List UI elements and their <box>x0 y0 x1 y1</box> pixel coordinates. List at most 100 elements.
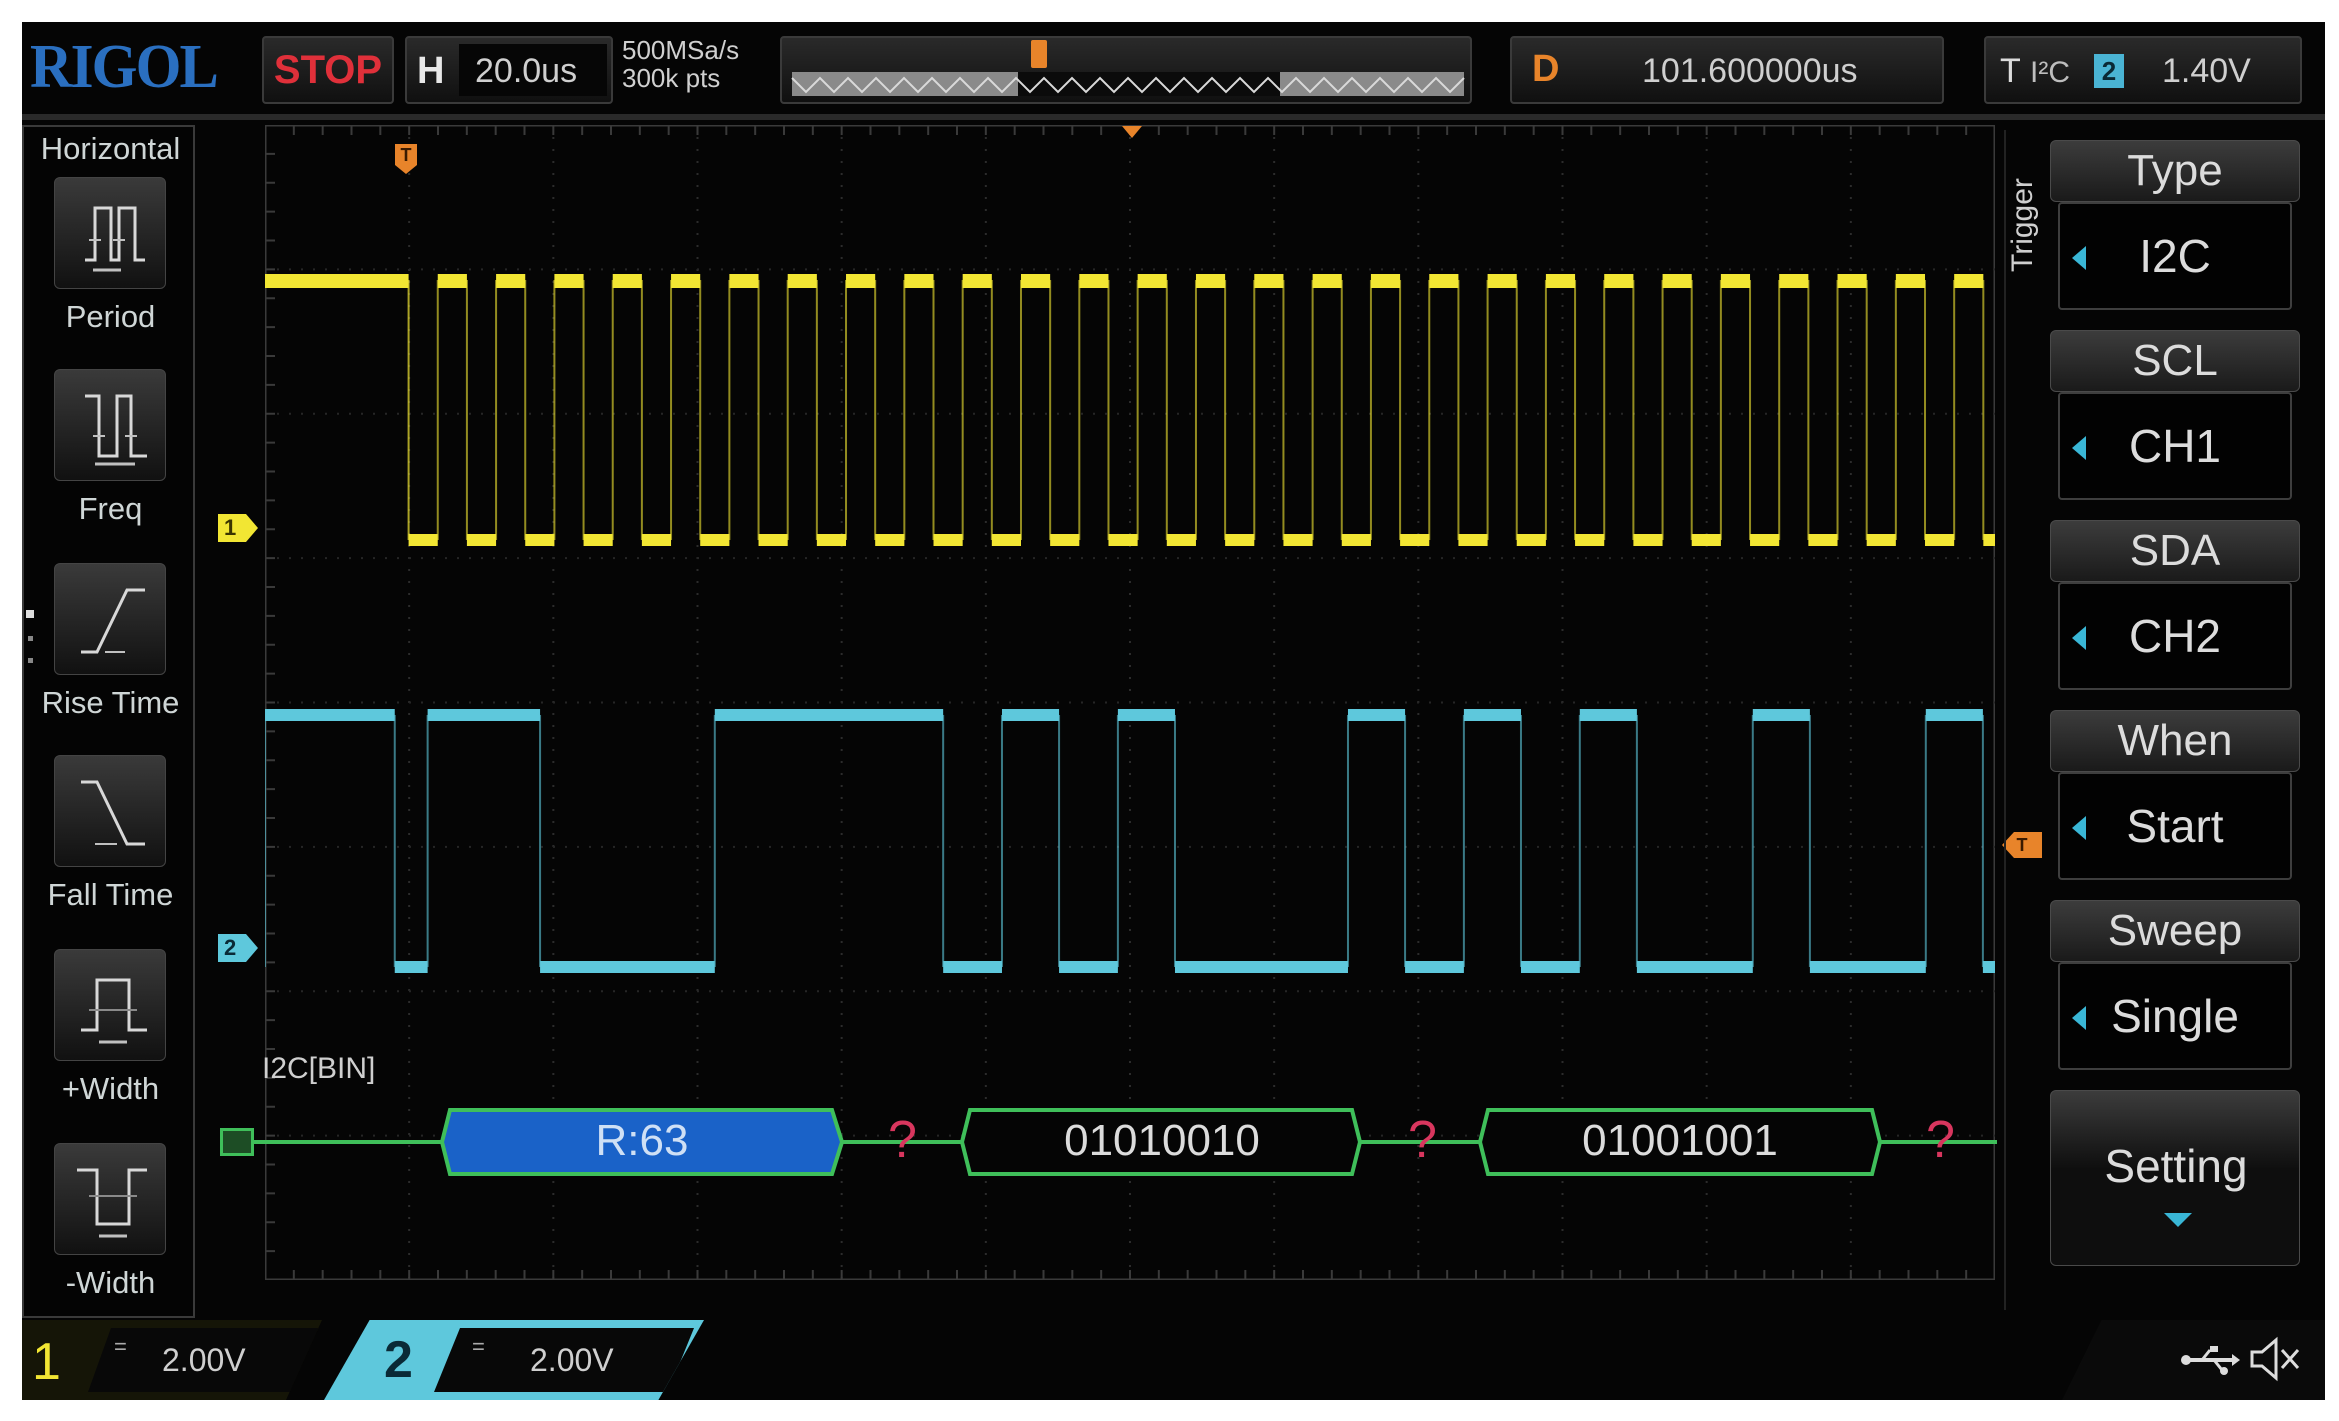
ch1-low-level <box>1808 534 1838 546</box>
measure-negative-width-button[interactable] <box>54 1143 166 1255</box>
ch1-high-level <box>729 274 759 288</box>
ch1-scale-box[interactable]: 1 = 2.00V <box>22 1320 322 1400</box>
positive-width-icon <box>81 978 147 1044</box>
ch2-low-level <box>540 961 715 973</box>
period-icon <box>85 206 145 272</box>
ch2-low-level <box>1636 961 1753 973</box>
measure-period-label: Period <box>65 299 156 334</box>
ch1-low-level <box>1691 534 1721 546</box>
trigger-menu-label: Trigger <box>2006 178 2039 272</box>
ch2-high-level <box>1925 709 1983 721</box>
ch2-high-level <box>714 709 944 721</box>
trigger-label: T <box>2000 52 2021 90</box>
measure-rise-time-label: Rise Time <box>41 685 180 720</box>
ch1-low-level <box>816 534 847 546</box>
decode-bus-marker[interactable] <box>220 1128 254 1156</box>
ch1-high-level <box>1429 274 1459 288</box>
ch2-high-level <box>1579 709 1637 721</box>
ch2-high-level <box>265 709 395 721</box>
measure-frequency-button[interactable] <box>54 369 166 481</box>
trigger-position-overview-marker <box>1031 40 1047 68</box>
left-arrow-icon <box>2072 816 2086 840</box>
left-arrow-icon <box>2072 1006 2086 1030</box>
header-divider <box>22 114 2325 120</box>
menu-title-when: When <box>2050 710 2300 772</box>
menu-value-sda[interactable]: CH2 <box>2058 582 2292 690</box>
delay-value: 101.600000us <box>1642 52 1858 90</box>
ch2-scale-box[interactable]: 2 = 2.00V <box>324 1320 704 1400</box>
menu-value-scl[interactable]: CH1 <box>2058 392 2292 500</box>
trigger-level-marker[interactable]: T <box>2002 832 2042 858</box>
menu-title-sweep: Sweep <box>2050 900 2300 962</box>
left-arrow-icon <box>2072 626 2086 650</box>
measure-rise-time-button[interactable] <box>54 563 166 675</box>
ch1-high-level <box>846 274 876 288</box>
ch1-low-level <box>1516 534 1546 546</box>
delay-box[interactable]: D 101.600000us <box>1510 36 1944 104</box>
menu-value-type[interactable]: I2C <box>2058 202 2292 310</box>
ch1-low-level <box>641 534 672 546</box>
decode-ack-unknown: ? <box>1408 1111 1437 1169</box>
left-arrow-icon <box>2072 436 2086 460</box>
measure-period-button[interactable] <box>54 177 166 289</box>
horizontal-timebase-box[interactable]: H 20.0us <box>405 36 613 104</box>
fall-time-icon <box>81 780 145 846</box>
ch1-high-level <box>671 274 701 288</box>
measure-frequency-label: Freq <box>78 491 143 526</box>
ch1-low-level <box>1458 534 1488 546</box>
ch1-scl-waveform <box>265 274 1995 546</box>
trigger-summary-box[interactable]: T I²C 2 1.40V <box>1984 36 2302 104</box>
ch2-high-level <box>1347 709 1406 721</box>
menu-value-text: I2C <box>2139 230 2211 282</box>
ch2-high-level <box>1752 709 1810 721</box>
measure-positive-width-button[interactable] <box>54 949 166 1061</box>
timebase-value: 20.0us <box>475 52 578 90</box>
menu-value-when[interactable]: Start <box>2058 772 2292 880</box>
ch1-low-level <box>583 534 613 546</box>
menu-value-text: Single <box>2111 990 2239 1042</box>
page-indicator-dot <box>28 636 33 641</box>
measure-fall-time-button[interactable] <box>54 755 166 867</box>
ch1-low-level <box>758 534 788 546</box>
ch1-low-level <box>1750 534 1780 546</box>
ch2-offset-marker[interactable]: 2 <box>218 934 258 962</box>
menu-value-text: CH2 <box>2128 610 2222 662</box>
menu-value-text: Start <box>2126 800 2224 852</box>
memory-depth: 300k pts <box>622 63 721 93</box>
ch2-high-level <box>1463 709 1521 721</box>
trigger-type: I²C <box>2030 56 2070 89</box>
decode-label: I2C[BIN] <box>262 1052 376 1085</box>
page-indicator-dot <box>26 610 34 618</box>
menu-title-sda: SDA <box>2050 520 2300 582</box>
measure-negative-width-label: -Width <box>65 1265 156 1300</box>
sample-rate: 500MSa/s <box>622 35 740 65</box>
usb-icon <box>2181 1346 2240 1375</box>
ch1-high-level <box>265 274 409 288</box>
ch1-high-level <box>1079 274 1109 288</box>
memory-overview-bar[interactable] <box>780 36 1472 104</box>
ch1-offset-marker[interactable]: 1 <box>218 514 258 542</box>
ch1-low-level <box>933 534 963 546</box>
ch1-low-level <box>525 534 555 546</box>
ch2-high-level <box>427 709 541 721</box>
setting-button[interactable]: Setting <box>2050 1090 2300 1266</box>
ch1-high-level <box>1545 274 1576 288</box>
ch1-low-level <box>1866 534 1896 546</box>
menu-value-text: CH1 <box>2128 420 2222 472</box>
ch1-low-level <box>466 534 497 546</box>
measure-positive-width-label: +Width <box>61 1071 160 1106</box>
ch1-high-level <box>496 274 526 288</box>
menu-value-sweep[interactable]: Single <box>2058 962 2292 1070</box>
rise-time-icon <box>81 588 145 654</box>
ch1-high-level <box>1370 274 1401 288</box>
trigger-source-badge: 2 <box>2094 54 2124 88</box>
ch1-high-level <box>437 274 467 288</box>
ch2-low-level <box>1174 961 1348 973</box>
ch1-high-level <box>1487 274 1517 288</box>
run-stop-status[interactable]: STOP <box>262 36 394 104</box>
ch1-high-level <box>1779 274 1809 288</box>
page-indicator-dot <box>28 658 33 663</box>
ch1-low-level <box>875 534 905 546</box>
ch1-high-level <box>1604 274 1634 288</box>
ch1-low-level <box>1400 534 1430 546</box>
